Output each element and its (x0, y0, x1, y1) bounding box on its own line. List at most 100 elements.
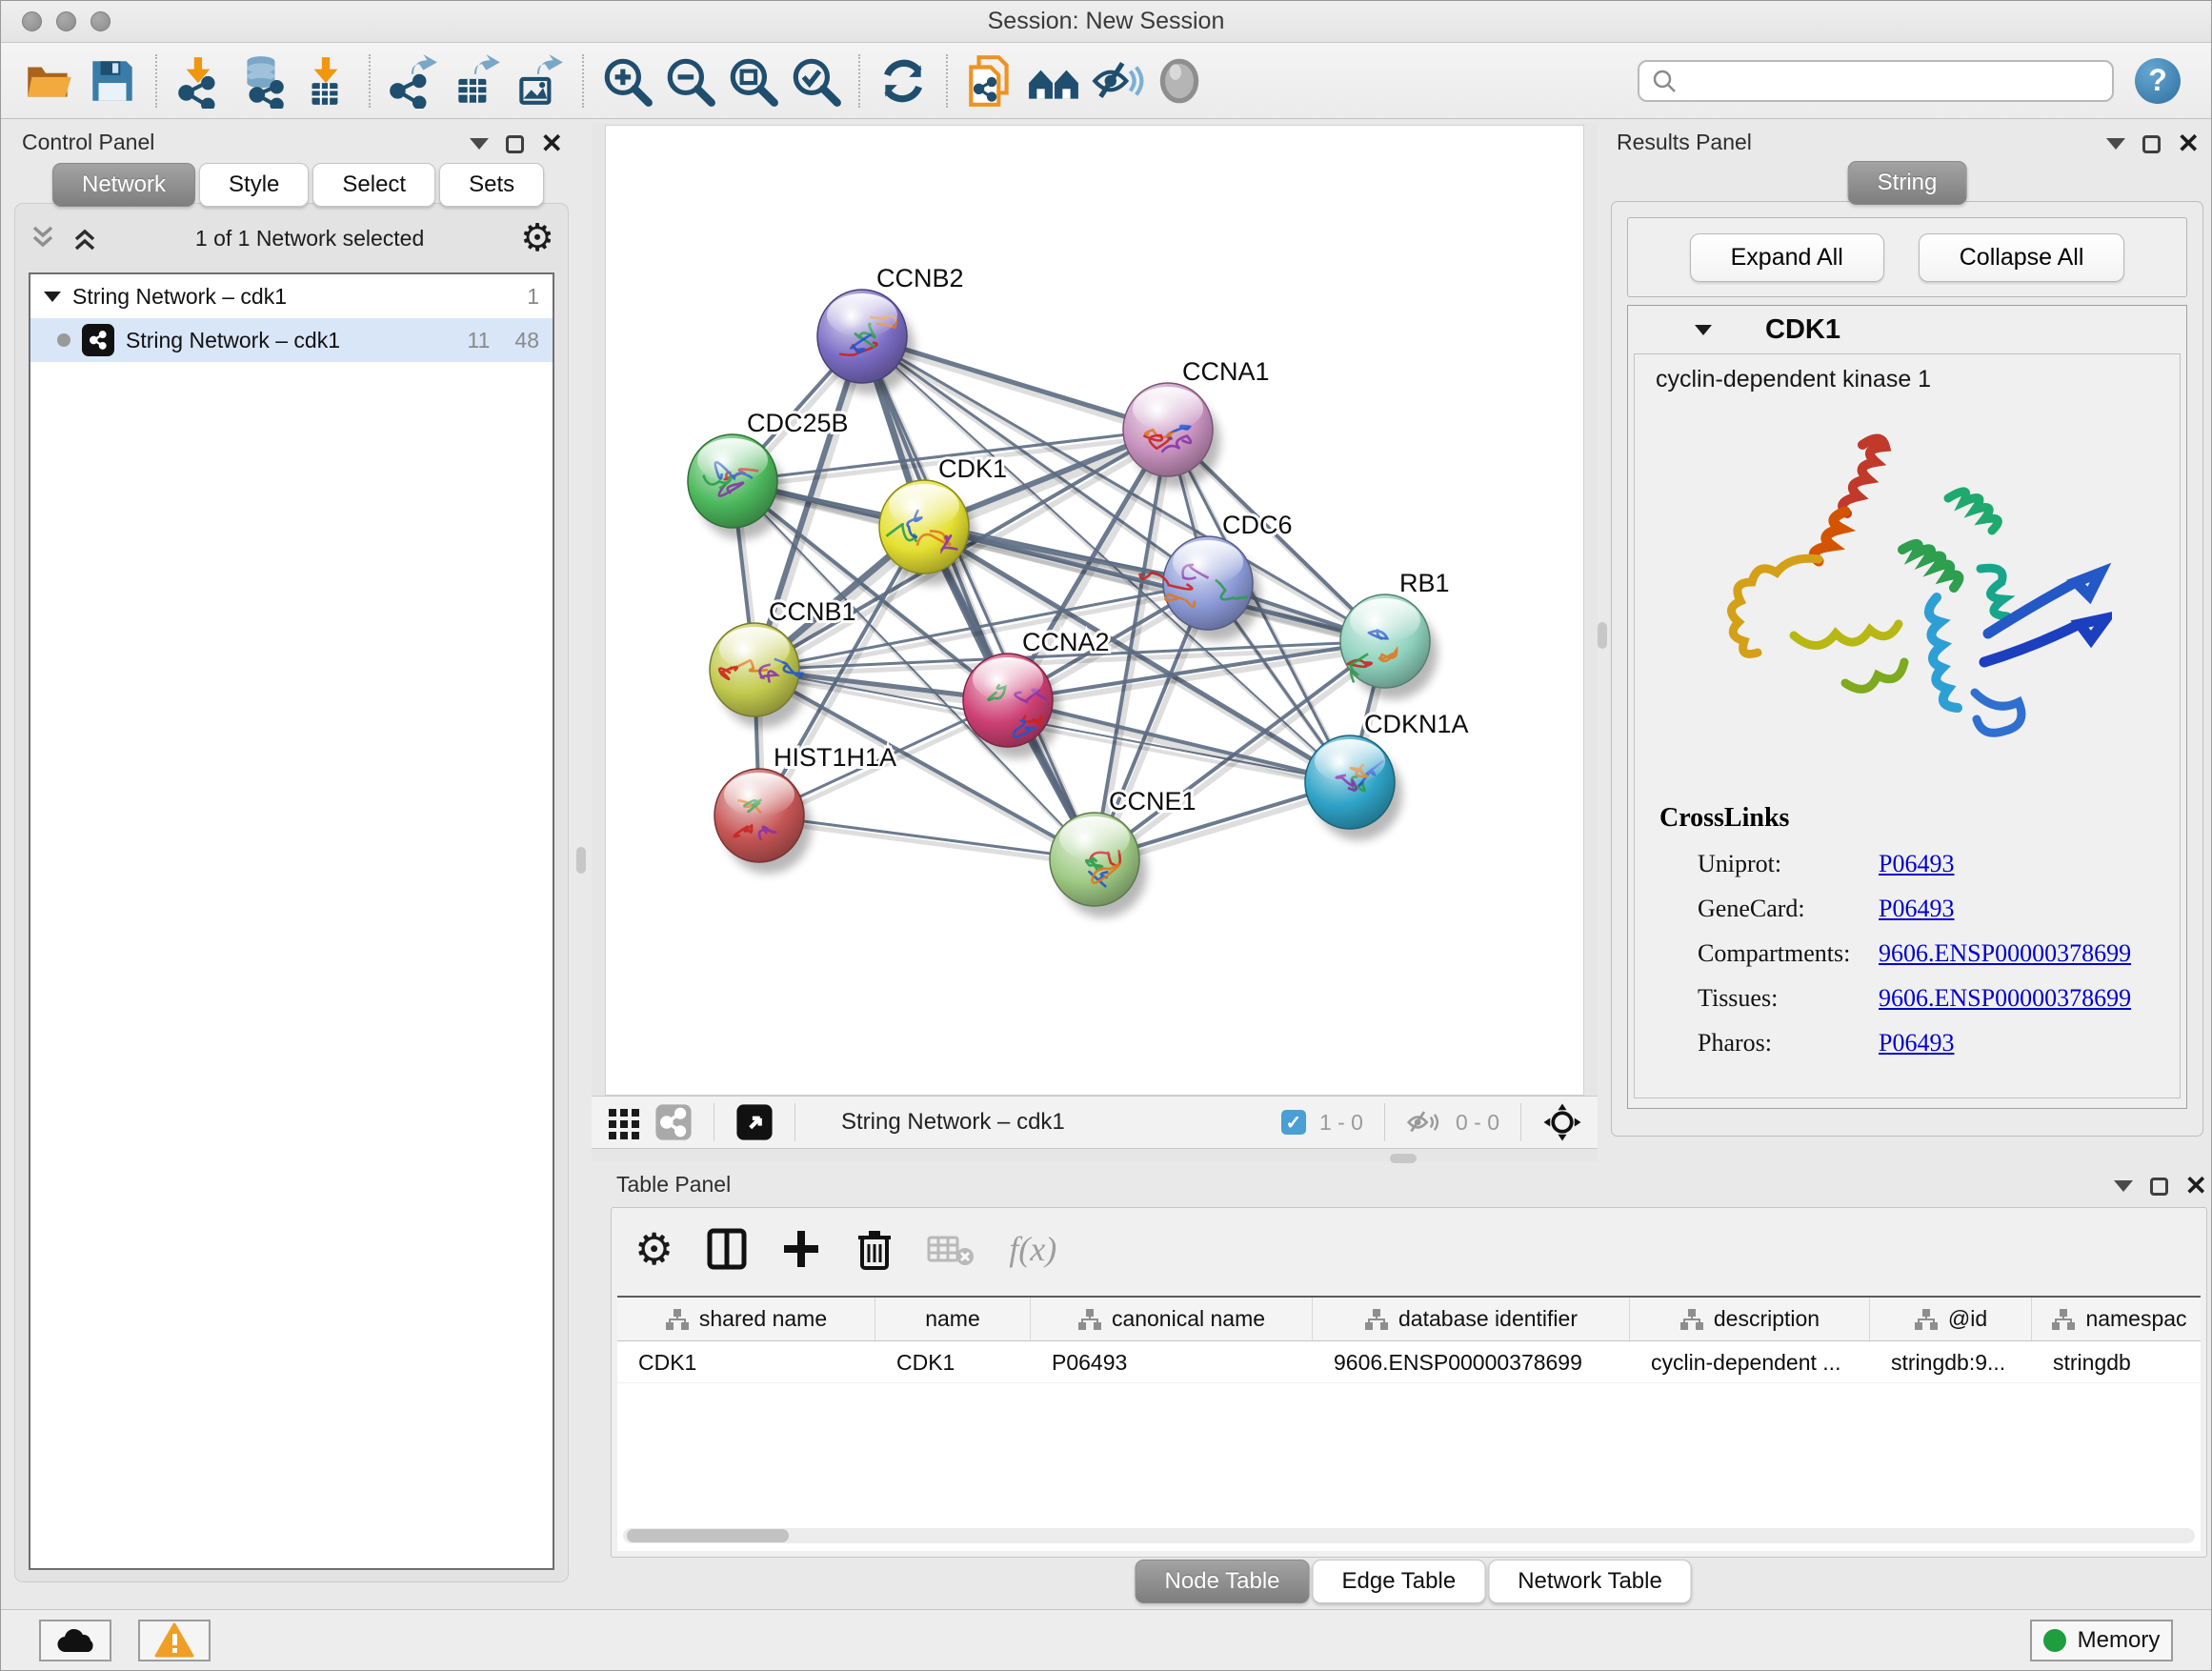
import-network-database-button[interactable] (231, 50, 294, 112)
node-entry-header[interactable]: CDK1 (1628, 306, 2186, 353)
collapse-all-icon[interactable] (29, 222, 57, 254)
network-node-CCNE1[interactable] (1050, 813, 1147, 917)
network-graph[interactable]: CCNB2CCNA1CDC25BCDK1CDC6RB1CCNB1CCNA2CDK… (606, 126, 1585, 1097)
panel-menu-icon[interactable] (2106, 138, 2125, 159)
right-splitter-handle[interactable] (1598, 622, 1607, 649)
export-network-button[interactable] (382, 50, 445, 112)
table-row[interactable]: CDK1CDK1P064939606.ENSP00000378699cyclin… (617, 1341, 2201, 1383)
delete-column-trash-icon[interactable] (855, 1226, 895, 1272)
refresh-icon (875, 53, 931, 109)
memory-button[interactable]: Memory (2030, 1620, 2173, 1661)
expand-all-icon[interactable] (70, 222, 99, 254)
tab-network[interactable]: Network (52, 163, 195, 207)
panel-float-icon[interactable] (2150, 1178, 2168, 1196)
results-panel: Results Panel ✕ String Expand All Collap… (1609, 125, 2205, 1137)
close-window-icon[interactable] (22, 11, 42, 31)
tab-network-table[interactable]: Network Table (1488, 1560, 1692, 1603)
network-node-CCNA2[interactable] (963, 654, 1060, 758)
expand-all-button[interactable]: Expand All (1690, 233, 1884, 282)
crosslink-link[interactable]: 9606.ENSP00000378699 (1879, 939, 2131, 968)
open-session-button[interactable] (18, 50, 81, 112)
network-view-mode-icon[interactable] (654, 1103, 693, 1141)
panel-close-icon[interactable]: ✕ (2185, 1173, 2207, 1199)
panel-float-icon[interactable] (506, 135, 524, 153)
panel-float-icon[interactable] (2142, 135, 2161, 153)
column-header--id[interactable]: @id (1870, 1298, 2032, 1340)
column-header-database-identifier[interactable]: database identifier (1313, 1298, 1630, 1340)
column-header-namespac[interactable]: namespac (2032, 1298, 2201, 1340)
fit-selected-crosshair-icon[interactable] (1542, 1102, 1582, 1142)
entry-collapse-icon[interactable] (1695, 325, 1712, 344)
hide-selected-button[interactable] (1085, 50, 1148, 112)
network-canvas[interactable]: CCNB2CCNA1CDC25BCDK1CDC6RB1CCNB1CCNA2CDK… (605, 125, 1584, 1096)
houses-icon (1026, 53, 1081, 109)
add-column-icon[interactable] (780, 1227, 822, 1271)
column-header-description[interactable]: description (1630, 1298, 1870, 1340)
network-row[interactable]: String Network – cdk1 11 48 (30, 318, 553, 362)
column-header-canonical-name[interactable]: canonical name (1031, 1298, 1313, 1340)
cytoscape-window: Session: New Session (0, 0, 2212, 1671)
save-session-button[interactable] (81, 50, 144, 112)
crosslink-link[interactable]: P06493 (1879, 1029, 1954, 1057)
import-table-file-button[interactable] (294, 50, 357, 112)
zoom-out-icon (662, 53, 717, 109)
panel-menu-icon[interactable] (470, 138, 489, 159)
selected-checkbox-icon[interactable]: ✓ (1281, 1110, 1306, 1135)
grid-view-icon[interactable] (607, 1105, 641, 1139)
search-input[interactable] (1685, 68, 2101, 94)
warnings-button[interactable] (138, 1620, 211, 1661)
network-node-RB1[interactable] (1340, 594, 1438, 699)
import-network-file-button[interactable] (169, 50, 231, 112)
column-header-name[interactable]: name (875, 1298, 1031, 1340)
tree-expand-icon[interactable] (44, 292, 61, 311)
network-options-gear-icon[interactable]: ⚙ (520, 219, 554, 257)
zoom-selected-button[interactable] (784, 50, 847, 112)
network-node-CDKN1A[interactable] (1305, 735, 1402, 840)
cloud-status-button[interactable] (39, 1620, 111, 1661)
table-horizontal-scrollbar (623, 1528, 2195, 1543)
refresh-layout-button[interactable] (872, 50, 935, 112)
crosslink-label: Uniprot: (1698, 850, 1879, 878)
crosslink-link[interactable]: P06493 (1879, 895, 1954, 923)
export-table-button[interactable] (445, 50, 508, 112)
network-tree: String Network – cdk1 1 String Network (29, 272, 554, 1570)
crosslink-link[interactable]: P06493 (1879, 850, 1954, 878)
tab-string[interactable]: String (1848, 161, 1967, 205)
left-splitter-handle[interactable] (576, 847, 586, 874)
zoom-out-button[interactable] (658, 50, 721, 112)
network-collection-row[interactable]: String Network – cdk1 1 (30, 274, 553, 318)
tab-node-table[interactable]: Node Table (1136, 1560, 1310, 1603)
zoom-fit-button[interactable] (721, 50, 784, 112)
scrollbar-thumb[interactable] (627, 1529, 789, 1542)
crosslink-link[interactable]: 9606.ENSP00000378699 (1879, 984, 2131, 1013)
show-all-button[interactable] (1148, 50, 1211, 112)
first-neighbors-button[interactable] (1022, 50, 1085, 112)
column-header-shared-name[interactable]: shared name (617, 1298, 875, 1340)
network-node-CCNA1[interactable] (1123, 383, 1220, 488)
node-label-CDC25B: CDC25B (747, 409, 849, 437)
zoom-in-button[interactable] (595, 50, 658, 112)
column-label: name (925, 1306, 980, 1332)
panel-close-icon[interactable]: ✕ (541, 131, 563, 157)
panel-close-icon[interactable]: ✕ (2178, 131, 2200, 157)
maximize-window-icon[interactable] (90, 11, 111, 31)
export-image-button[interactable] (508, 50, 571, 112)
new-network-from-selection-button[interactable] (959, 50, 1022, 112)
zoom-in-icon (599, 53, 654, 109)
show-columns-icon[interactable] (706, 1227, 748, 1271)
tab-sets[interactable]: Sets (439, 163, 544, 207)
tab-select[interactable]: Select (312, 163, 435, 207)
network-node-CDK1[interactable] (879, 480, 976, 585)
help-button[interactable]: ? (2135, 58, 2181, 104)
minimize-window-icon[interactable] (56, 11, 76, 31)
birds-eye-view-icon[interactable] (735, 1103, 774, 1141)
tab-style[interactable]: Style (199, 163, 309, 207)
protein-structure-image (1702, 407, 2112, 788)
bottom-splitter-handle[interactable] (1390, 1154, 1417, 1163)
table-options-gear-icon[interactable]: ⚙ (634, 1227, 674, 1271)
search-box[interactable] (1638, 60, 2114, 102)
tab-edge-table[interactable]: Edge Table (1313, 1560, 1486, 1603)
network-node-HIST1H1A[interactable] (714, 769, 812, 874)
collapse-all-button[interactable]: Collapse All (1919, 233, 2125, 282)
panel-menu-icon[interactable] (2114, 1180, 2133, 1201)
